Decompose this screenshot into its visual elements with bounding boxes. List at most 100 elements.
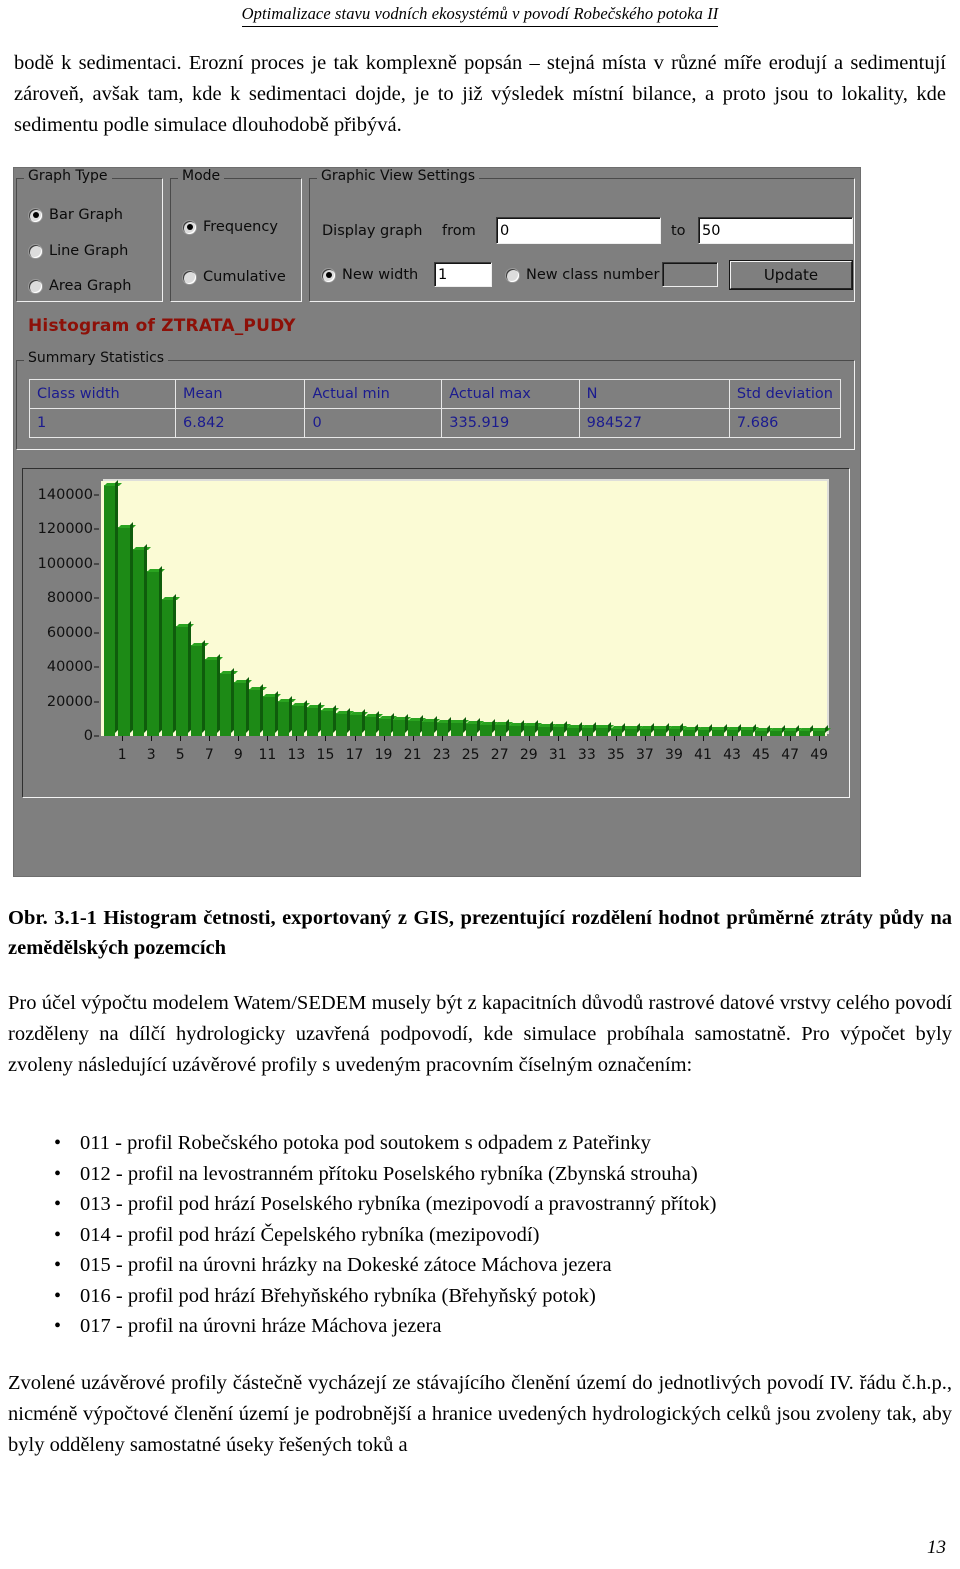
histogram-title: Histogram of ZTRATA_PUDY [28,316,296,336]
x-axis-tick-mark [761,736,763,741]
chart-bar [234,681,246,736]
chart-bar [625,727,637,736]
list-item-label: 013 - profil pod hrází Poselského rybník… [80,1193,717,1215]
y-axis-tick-label: 40000 [46,659,93,676]
x-axis-tick-label: 3 [146,747,156,763]
new-width-label: New width [342,267,419,283]
chart-bar [740,729,753,736]
display-from-input[interactable]: 0 [496,217,661,244]
chart-bar [726,729,739,736]
x-axis-tick-mark [499,736,501,741]
summary-statistics-legend: Summary Statistics [24,350,169,366]
list-item: • 014 - profil pod hrází Čepelského rybní… [54,1220,960,1251]
chart-bar [552,726,565,736]
radio-dot-icon[interactable] [322,268,335,282]
radio-dot-icon[interactable] [29,208,42,222]
radio-dot-icon[interactable] [183,220,196,234]
y-axis-tick-label: 120000 [37,521,93,538]
radio-frequency[interactable]: Frequency [183,219,278,235]
chart-bar [132,548,145,736]
value-mean: 6.842 [175,408,306,438]
radio-bar-graph[interactable]: Bar Graph [29,207,123,223]
display-graph-label: Display graph [322,223,423,239]
to-label: to [671,223,686,239]
x-axis-tick-label: 37 [635,747,654,763]
mode-legend: Mode [178,168,225,184]
intro-paragraph: bodě k sedimentaci. Erozní proces je tak… [14,52,946,136]
list-item: • 011 - profil Robečského potoka pod sout… [54,1128,960,1159]
col-header-class-width: Class width [28,379,177,409]
chart-bar [263,696,275,736]
list-item-label: 016 - profil pod hrází Břehyňského rybní… [80,1284,596,1307]
chart-bar [639,728,652,736]
display-to-input[interactable]: 50 [698,217,853,244]
figure-caption: Obr. 3.1-1 Histogram četnosti, exportova… [8,907,952,959]
chart-y-axis: 0 20000 40000 60000 80000 100000 120000 140000 [23,481,99,744]
new-width-input[interactable]: 1 [434,262,492,287]
x-axis-tick-label: 21 [403,747,422,763]
col-header-std-deviation: Std deviation [728,379,842,409]
y-axis-tick-label: 100000 [37,555,93,572]
radio-dot-icon[interactable] [183,270,196,284]
x-axis-tick-mark [819,736,821,741]
chart-bar [205,659,217,736]
radio-new-width[interactable]: New width [322,267,418,283]
x-axis-tick-mark [790,736,792,741]
radio-cumulative[interactable]: Cumulative [183,269,286,285]
x-axis-tick-label: 29 [519,747,538,763]
y-axis-tick-mark [94,735,99,737]
x-axis-tick-mark [151,736,153,741]
chart-bar [248,689,261,736]
chart-plot-area [101,481,827,736]
x-axis-tick-mark [528,736,530,741]
chart-bar [219,672,232,736]
graphic-view-settings-legend: Graphic View Settings [317,168,480,184]
radio-dot-icon[interactable] [506,268,519,282]
new-class-number-input[interactable] [662,262,718,287]
chart-bar [769,729,782,736]
update-button[interactable]: Update [730,261,852,289]
radio-area-graph-label: Area Graph [49,278,132,294]
chart-bar [378,717,391,736]
x-axis-tick-mark [586,736,588,741]
value-actual-min: 0 [304,408,443,438]
radio-dot-icon[interactable] [29,244,42,258]
x-axis-tick-mark [383,736,385,741]
chart-bar [407,720,420,736]
y-axis-tick-label: 80000 [46,590,93,607]
x-axis-tick-label: 13 [287,747,306,763]
radio-new-class-number[interactable]: New class number [506,267,659,283]
list-item: • 013 - profil pod hrází Poselského rybní… [54,1189,960,1220]
chart-bar [523,725,536,736]
chart-bar [176,626,188,736]
x-axis-tick-mark [557,736,559,741]
x-axis-tick-label: 31 [548,747,567,763]
running-header: Optimalizace stavu vodních ekosystémů v … [0,4,960,27]
value-n: 984527 [578,408,730,438]
x-axis-tick-label: 7 [204,747,214,763]
x-axis-tick-mark [325,736,327,741]
list-item: • 016 - profil pod hrází Břehyňského rybn… [54,1281,960,1312]
radio-dot-icon[interactable] [29,279,42,293]
y-axis-tick-mark [94,701,99,703]
chart-bar [161,598,174,736]
x-axis-tick-mark [732,736,734,741]
radio-area-graph[interactable]: Area Graph [29,278,131,294]
x-axis-tick-label: 39 [665,747,683,763]
mid-paragraph: Pro účel výpočtu modelem Watem/SEDEM mus… [8,992,952,1076]
radio-frequency-label: Frequency [203,219,278,235]
chart-bar [422,720,434,736]
bullet-icon: • [54,1132,62,1154]
x-axis-tick-label: 15 [316,747,335,763]
profiles-list: • 011 - profil Robečského potoka pod sout… [36,1128,960,1342]
radio-line-graph[interactable]: Line Graph [29,243,128,259]
graphic-view-settings-group: Graphic View Settings Display graph from… [309,168,855,302]
x-axis-tick-mark [122,736,124,741]
x-axis-tick-label: 41 [694,747,712,763]
chart-bar [277,701,290,736]
x-axis-tick-mark [267,736,269,741]
bullet-icon: • [54,1223,62,1246]
from-label: from [442,223,476,239]
x-axis-tick-mark [354,736,356,741]
chart-bar [118,526,130,736]
